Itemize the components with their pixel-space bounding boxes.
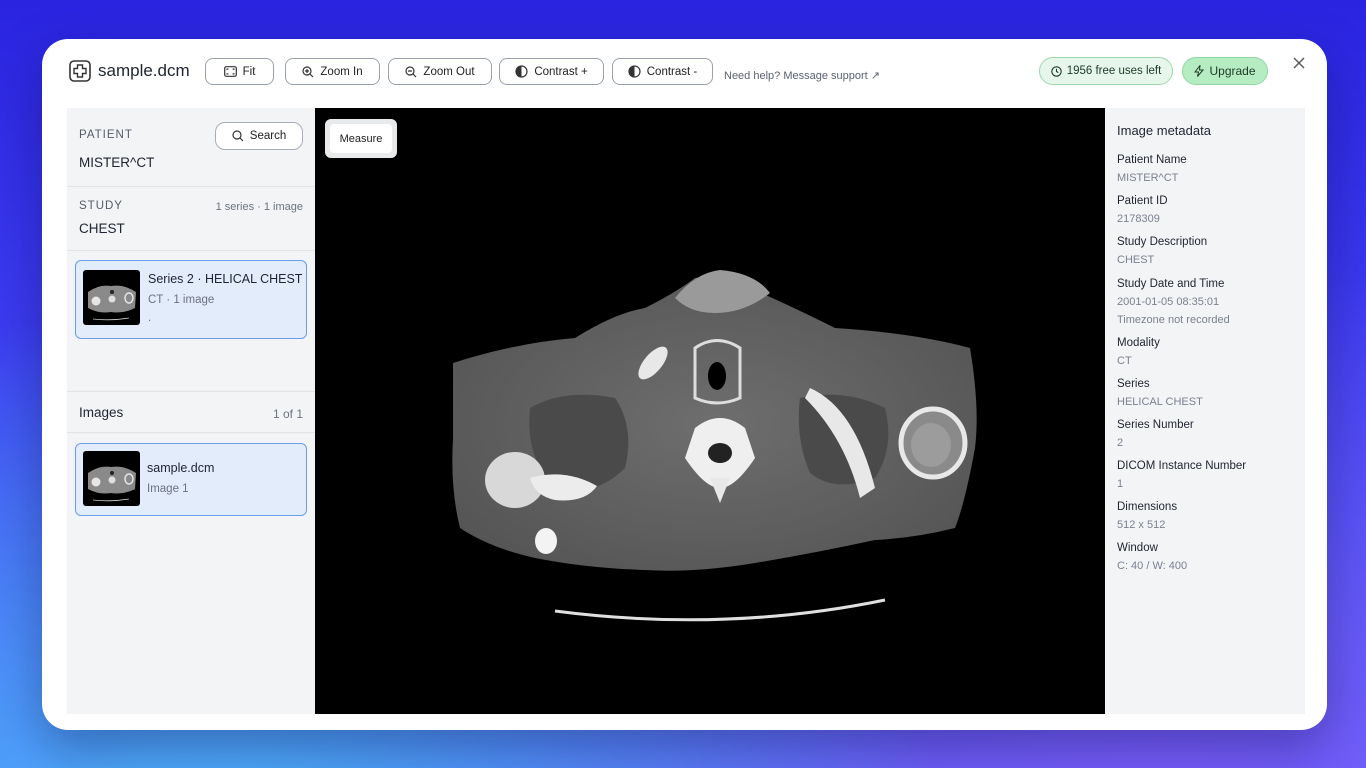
meta-label: Window	[1117, 542, 1158, 554]
clock-icon	[1050, 65, 1062, 77]
metadata-panel: Image metadata Patient Name MISTER^CT Pa…	[1105, 108, 1305, 714]
zoom-in-label: Zoom In	[320, 65, 363, 78]
patient-name: MISTER^CT	[79, 155, 155, 170]
meta-label: Series	[1117, 378, 1150, 390]
toolbar: sample.dcm Fit Zoom In Zoom Out Contrast…	[42, 39, 1327, 107]
meta-study-date: Study Date and Time 2001-01-05 08:35:01 …	[1117, 276, 1230, 329]
search-icon	[232, 130, 244, 142]
image-viewport[interactable]: Measure	[315, 108, 1105, 714]
medical-cross-icon	[69, 60, 91, 82]
meta-value: MISTER^CT	[1117, 172, 1179, 184]
images-heading: Images	[79, 405, 124, 420]
meta-label: Patient ID	[1117, 195, 1168, 207]
zoom-in-button[interactable]: Zoom In	[285, 58, 380, 85]
metadata-title: Image metadata	[1117, 123, 1211, 138]
divider	[67, 391, 315, 392]
image-name: sample.dcm	[147, 461, 215, 475]
zoom-out-icon	[405, 65, 417, 77]
dicom-viewer-window: sample.dcm Fit Zoom In Zoom Out Contrast…	[42, 39, 1327, 730]
meta-value: 2	[1117, 437, 1124, 449]
meta-label: Modality	[1117, 337, 1160, 349]
message-support-link[interactable]: Need help? Message support ↗	[724, 69, 880, 82]
free-uses-badge: 1956 free uses left	[1039, 57, 1173, 85]
lightning-icon	[1194, 65, 1205, 77]
contrast-minus-button[interactable]: Contrast -	[612, 58, 713, 85]
series-title: Series 2 · HELICAL CHEST	[148, 272, 303, 286]
meta-value: CHEST	[1117, 254, 1155, 266]
meta-value: C: 40 / W: 400	[1117, 560, 1188, 572]
meta-series: Series HELICAL CHEST	[1117, 376, 1203, 411]
series-card[interactable]: Series 2 · HELICAL CHEST CT · 1 image .	[75, 260, 307, 339]
meta-modality: Modality CT	[1117, 335, 1160, 370]
meta-value: 2001-01-05 08:35:01	[1117, 296, 1220, 308]
study-label: STUDY	[79, 200, 123, 212]
meta-instance-number: DICOM Instance Number 1	[1117, 458, 1246, 493]
close-icon[interactable]	[1292, 56, 1306, 70]
image-sub: Image 1	[147, 483, 189, 495]
fit-label: Fit	[242, 65, 256, 78]
search-label: Search	[249, 130, 287, 142]
series-thumbnail	[83, 270, 140, 325]
meta-label: Dimensions	[1117, 501, 1178, 513]
divider	[67, 250, 315, 251]
study-name: CHEST	[79, 221, 125, 236]
contrast-icon	[628, 65, 641, 78]
ct-scan-image	[452, 270, 977, 622]
meta-label: Study Description	[1117, 236, 1208, 248]
meta-study-description: Study Description CHEST	[1117, 234, 1207, 269]
image-thumbnail	[83, 451, 140, 506]
image-card[interactable]: sample.dcm Image 1	[75, 443, 307, 516]
meta-label: DICOM Instance Number	[1117, 460, 1247, 472]
meta-window: Window C: 40 / W: 400	[1117, 540, 1187, 575]
divider	[67, 186, 315, 187]
zoom-out-label: Zoom Out	[423, 65, 475, 78]
meta-series-number: Series Number 2	[1117, 417, 1194, 452]
study-count: 1 series · 1 image	[215, 201, 303, 213]
meta-label: Series Number	[1117, 419, 1194, 431]
meta-dimensions: Dimensions 512 x 512	[1117, 499, 1177, 534]
zoom-in-icon	[302, 65, 314, 77]
series-extra: .	[148, 312, 152, 324]
study-browser-panel: PATIENT MISTER^CT Search STUDY CHEST 1 s…	[67, 108, 315, 714]
measure-button[interactable]: Measure	[330, 124, 392, 153]
meta-patient-id: Patient ID 2178309	[1117, 193, 1168, 228]
measure-tool-panel: Measure	[325, 119, 397, 158]
meta-value-timezone: Timezone not recorded	[1117, 314, 1230, 326]
fit-button[interactable]: Fit	[205, 58, 274, 85]
series-subtitle: CT · 1 image	[148, 294, 215, 306]
contrast-plus-label: Contrast +	[534, 65, 588, 78]
meta-value: HELICAL CHEST	[1117, 396, 1203, 408]
meta-patient-name: Patient Name MISTER^CT	[1117, 152, 1187, 187]
free-uses-label: 1956 free uses left	[1066, 65, 1162, 77]
upgrade-label: Upgrade	[1209, 64, 1256, 78]
meta-label: Study Date and Time	[1117, 278, 1225, 290]
divider	[67, 432, 315, 433]
meta-value: 2178309	[1117, 213, 1160, 225]
contrast-plus-button[interactable]: Contrast +	[499, 58, 604, 85]
file-name-title: sample.dcm	[98, 61, 190, 80]
zoom-out-button[interactable]: Zoom Out	[388, 58, 492, 85]
meta-value: 1	[1117, 478, 1124, 490]
meta-value: CT	[1117, 355, 1132, 367]
images-count: 1 of 1	[272, 407, 303, 421]
contrast-icon	[515, 65, 528, 78]
meta-value: 512 x 512	[1117, 519, 1166, 531]
upgrade-button[interactable]: Upgrade	[1182, 57, 1268, 85]
patient-label: PATIENT	[79, 129, 133, 141]
meta-label: Patient Name	[1117, 154, 1187, 166]
fit-icon	[223, 66, 237, 77]
search-button[interactable]: Search	[215, 122, 303, 150]
contrast-minus-label: Contrast -	[646, 65, 698, 78]
